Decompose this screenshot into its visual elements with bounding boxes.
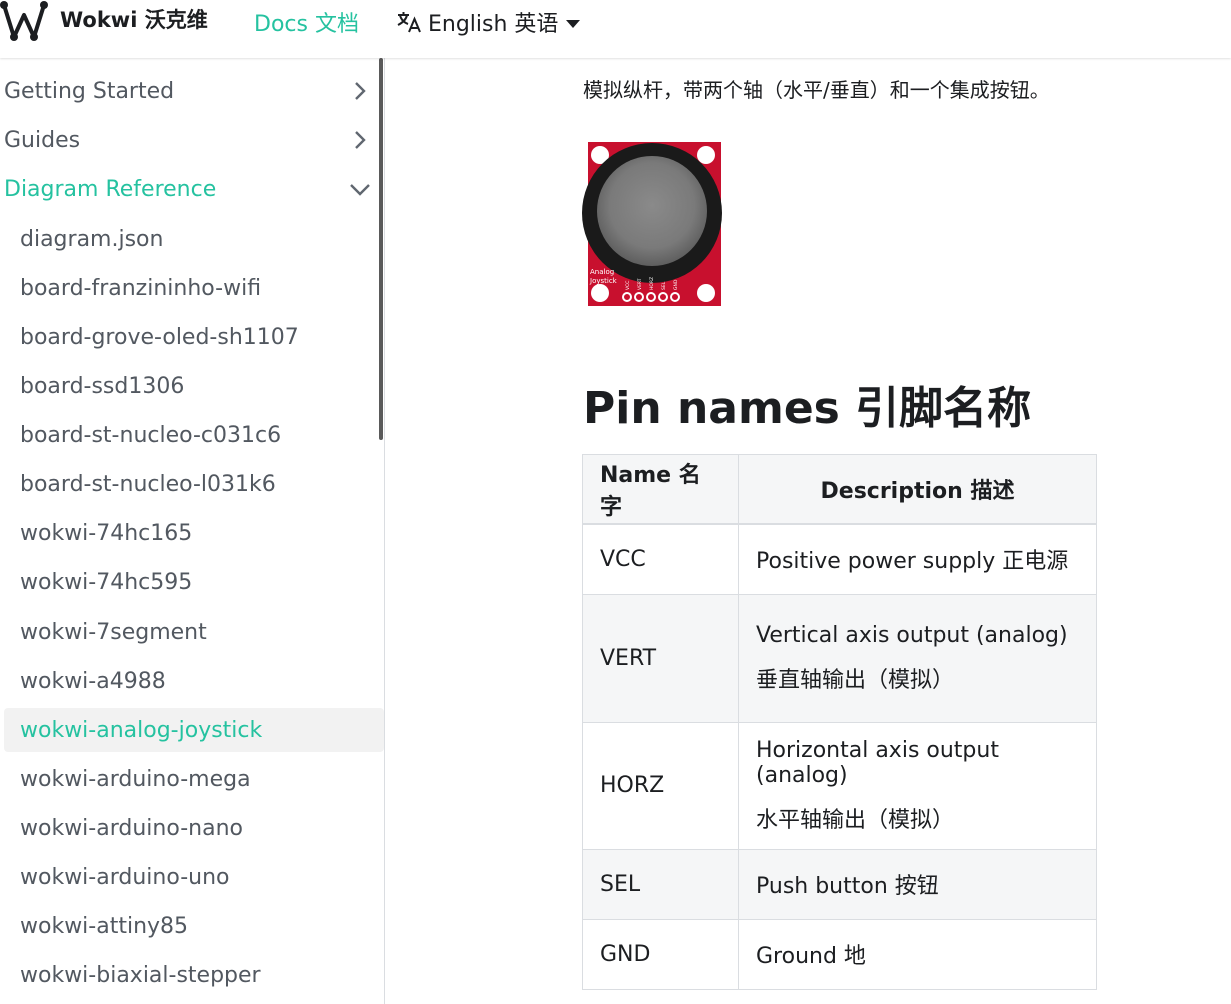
intro-text: 模拟纵杆，带两个轴（水平/垂直）和一个集成按钮。 bbox=[583, 78, 1050, 102]
pin-label-vert: VERT bbox=[637, 278, 643, 290]
category-label: Diagram Reference bbox=[4, 176, 217, 202]
column-header-name: Name 名字 bbox=[582, 454, 739, 525]
wokwi-logo-icon bbox=[0, 1, 48, 41]
language-dropdown[interactable]: English 英语 bbox=[396, 6, 581, 38]
nav-docs-link[interactable]: Docs 文档 bbox=[254, 6, 359, 38]
sidebar-item-wokwi-a4988[interactable]: wokwi-a4988 bbox=[4, 659, 384, 703]
pin-desc-en: Vertical axis output (analog) bbox=[756, 622, 1068, 648]
sidebar-item-board-st-nucleo-c031c6[interactable]: board-st-nucleo-c031c6 bbox=[4, 413, 384, 457]
category-label: Getting Started bbox=[4, 78, 175, 104]
pin-name-cell: HORZ bbox=[582, 721, 739, 850]
column-header-description: Description 描述 bbox=[738, 454, 1097, 525]
pin-desc-zh: 垂直轴输出（模拟） bbox=[756, 667, 955, 693]
pin-name-cell: GND bbox=[582, 918, 739, 990]
chevron-right-icon bbox=[355, 82, 366, 100]
sidebar-item-board-st-nucleo-l031k6[interactable]: board-st-nucleo-l031k6 bbox=[4, 462, 384, 506]
chevron-down-icon bbox=[350, 184, 370, 196]
pin-desc-cell: Push button 按钮 bbox=[738, 848, 1097, 920]
pin-name-cell: VERT bbox=[582, 593, 739, 723]
sidebar-item-wokwi-74hc595[interactable]: wokwi-74hc595 bbox=[4, 560, 384, 604]
sidebar-item-board-ssd1306[interactable]: board-ssd1306 bbox=[4, 364, 384, 408]
pin-label-vcc: VCC bbox=[625, 281, 631, 290]
caret-down-icon bbox=[566, 20, 581, 28]
pin-desc-cell: Positive power supply 正电源 bbox=[738, 523, 1097, 595]
table-row: VCC Positive power supply 正电源 bbox=[582, 523, 1097, 595]
pin-desc-en: Horizontal axis output (analog) bbox=[756, 737, 999, 788]
sidebar-category-getting-started[interactable]: Getting Started bbox=[4, 71, 370, 111]
sidebar-item-wokwi-arduino-mega[interactable]: wokwi-arduino-mega bbox=[4, 757, 384, 801]
sidebar-item-wokwi-attiny85[interactable]: wokwi-attiny85 bbox=[4, 904, 384, 948]
table-row: HORZ Horizontal axis output (analog) 水平轴… bbox=[582, 721, 1097, 850]
table-row: VERT Vertical axis output (analog) 垂直轴输出… bbox=[582, 593, 1097, 723]
table-row: GND Ground 地 bbox=[582, 918, 1097, 990]
sidebar-item-wokwi-biaxial-stepper[interactable]: wokwi-biaxial-stepper bbox=[4, 953, 384, 997]
table-row: SEL Push button 按钮 bbox=[582, 848, 1097, 920]
board-label-line2: Joystick bbox=[589, 277, 618, 285]
pin-name-cell: SEL bbox=[582, 848, 739, 920]
translate-icon bbox=[397, 12, 421, 33]
pin-names-heading: Pin names 引脚名称 bbox=[583, 383, 1032, 434]
chevron-right-icon bbox=[355, 131, 366, 149]
pin-label-sel: SEL bbox=[661, 281, 667, 290]
category-label: Guides bbox=[4, 127, 81, 153]
sidebar-item-board-grove-oled-sh1107[interactable]: board-grove-oled-sh1107 bbox=[4, 315, 384, 359]
sidebar-item-wokwi-arduino-nano[interactable]: wokwi-arduino-nano bbox=[4, 806, 384, 850]
sidebar-item-board-franzininho-wifi[interactable]: board-franzininho-wifi bbox=[4, 266, 384, 310]
pin-desc-cell: Ground 地 bbox=[738, 918, 1097, 990]
sidebar: Getting Started Guides Diagram Reference… bbox=[0, 58, 385, 1004]
navbar: Wokwi 沃克维 Docs 文档 English 英语 bbox=[0, 0, 1231, 58]
brand-link[interactable]: Wokwi 沃克维 bbox=[0, 0, 208, 58]
pin-label-horz: HORZ bbox=[649, 277, 655, 290]
pin-names-table: Name 名字 Description 描述 VCC Positive powe… bbox=[582, 454, 1097, 990]
sidebar-item-wokwi-arduino-uno[interactable]: wokwi-arduino-uno bbox=[4, 855, 384, 899]
pin-label-gnd: GND bbox=[673, 279, 679, 290]
analog-joystick-image: Analog Joystick VCC VERT HORZ SEL GND bbox=[582, 142, 722, 306]
sidebar-item-diagram-json[interactable]: diagram.json bbox=[4, 217, 384, 261]
board-label-line1: Analog bbox=[590, 268, 614, 276]
pin-name-cell: VCC bbox=[582, 523, 739, 595]
sidebar-category-diagram-reference[interactable]: Diagram Reference bbox=[4, 169, 370, 209]
table-header-row: Name 名字 Description 描述 bbox=[582, 454, 1097, 525]
language-label: English 英语 bbox=[428, 12, 559, 37]
brand-title: Wokwi 沃克维 bbox=[60, 8, 208, 32]
sidebar-category-guides[interactable]: Guides bbox=[4, 120, 370, 160]
sidebar-item-wokwi-74hc165[interactable]: wokwi-74hc165 bbox=[4, 511, 384, 555]
sidebar-item-wokwi-7segment[interactable]: wokwi-7segment bbox=[4, 610, 384, 654]
pin-desc-zh: 水平轴输出（模拟） bbox=[756, 807, 955, 833]
pin-desc-cell: Horizontal axis output (analog) 水平轴输出（模拟… bbox=[738, 721, 1097, 850]
sidebar-item-wokwi-analog-joystick[interactable]: wokwi-analog-joystick bbox=[4, 708, 384, 752]
pin-desc-cell: Vertical axis output (analog) 垂直轴输出（模拟） bbox=[738, 593, 1097, 723]
